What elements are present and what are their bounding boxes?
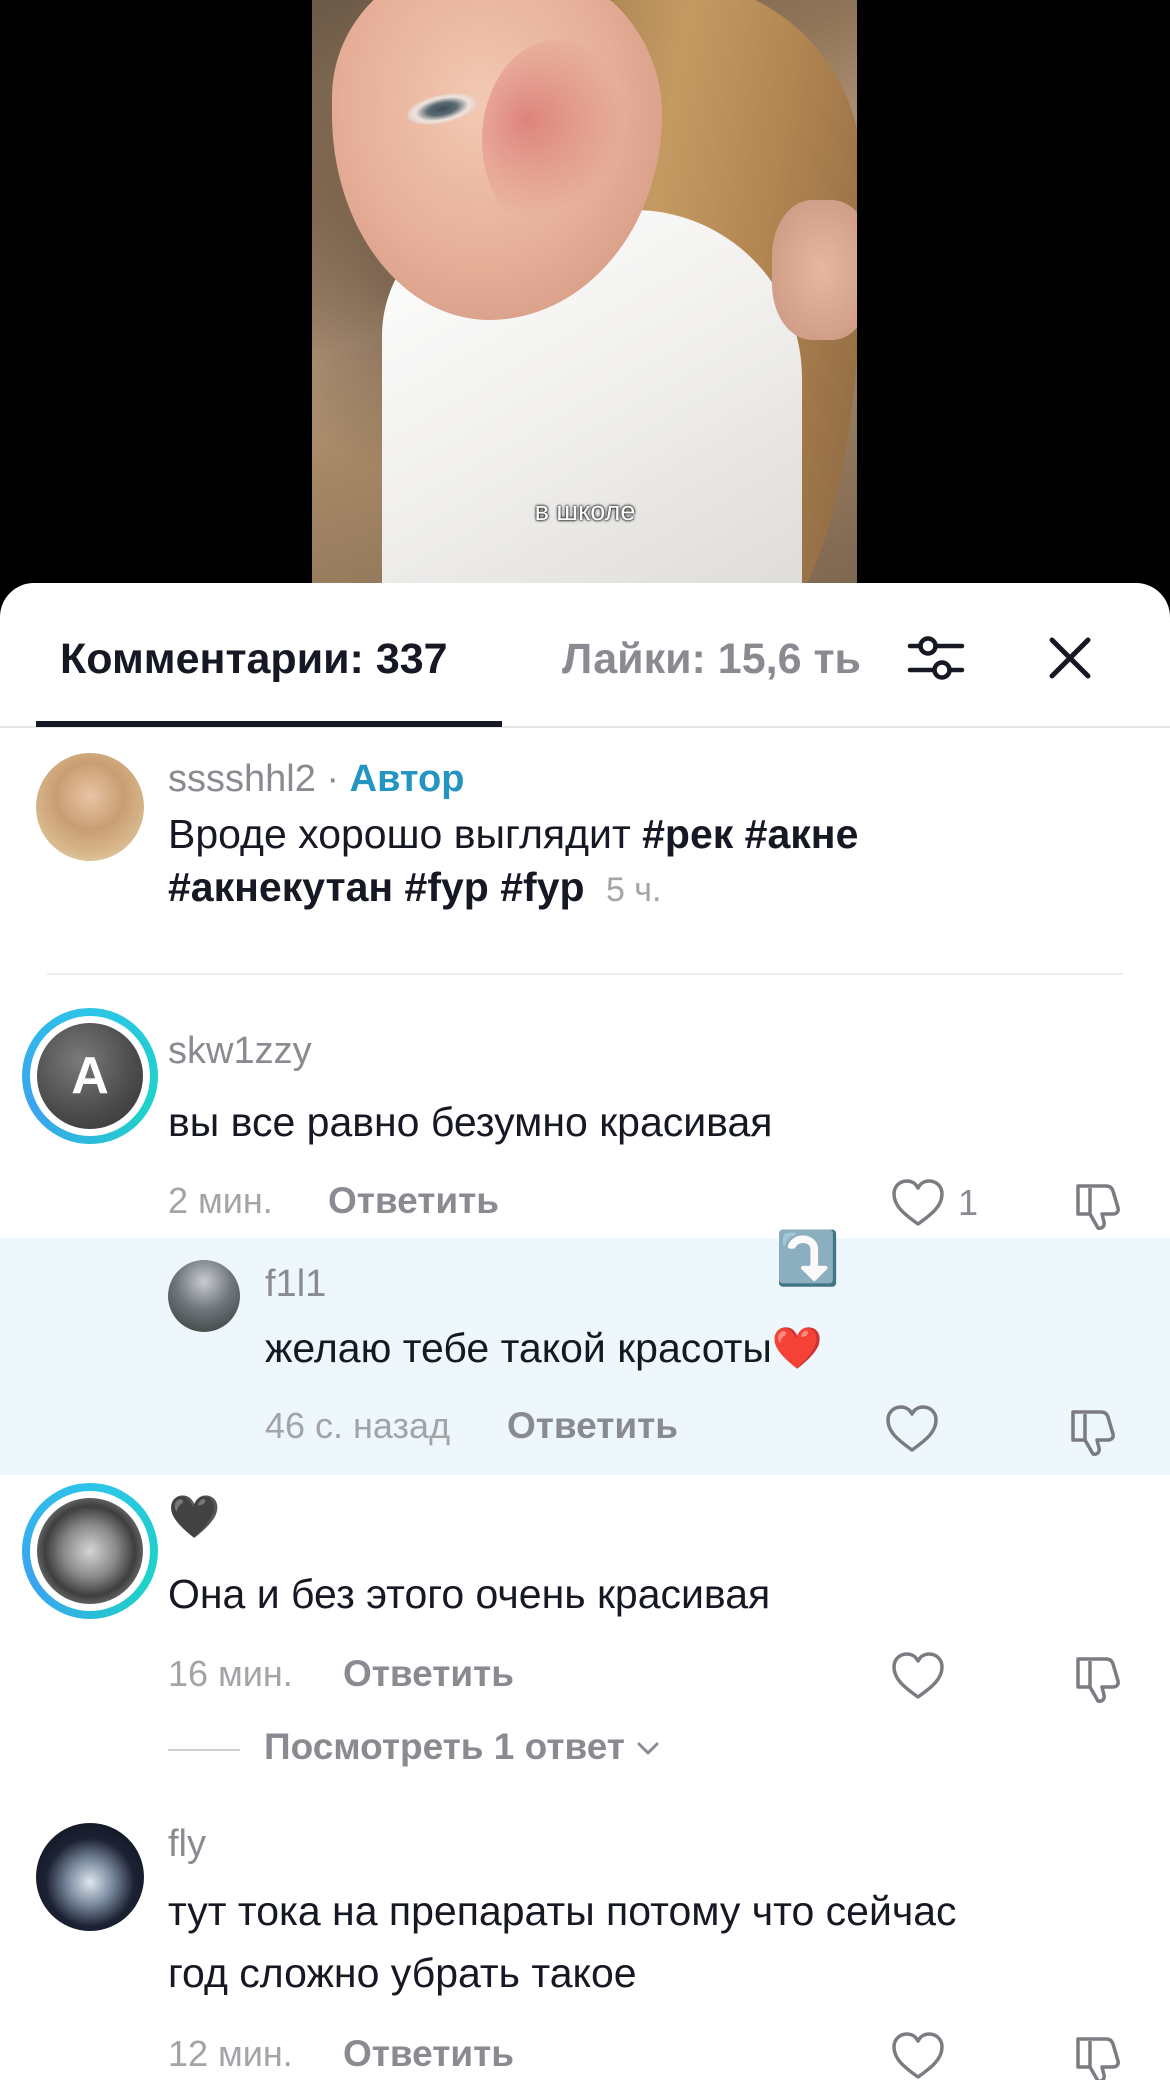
- heart-emoji: ❤️: [771, 1325, 823, 1371]
- tab-likes[interactable]: Лайки: 15,6 ть: [562, 635, 861, 684]
- comment-avatar[interactable]: A: [22, 1008, 158, 1144]
- active-tab-indicator: [36, 721, 502, 727]
- comment-avatar[interactable]: [36, 1823, 144, 1931]
- comment-username[interactable]: fly: [168, 1823, 206, 1866]
- reply-text: желаю тебе такой красоты: [265, 1325, 772, 1371]
- author-caption: sssshhl2 · Автор Вроде хорошо выглядит #…: [0, 738, 1170, 943]
- caption-hashtags-2[interactable]: #акнекутан #fyp #fyp: [168, 864, 585, 910]
- dislike-icon[interactable]: [1070, 1649, 1126, 1705]
- divider: [47, 973, 1123, 975]
- comment-text: вы все равно безумно красивая: [168, 1099, 773, 1145]
- tab-comments[interactable]: Комментарии: 337: [60, 635, 448, 684]
- comments-sheet: Комментарии: 337 Лайки: 15,6 ть sssshhl2…: [0, 583, 1170, 2080]
- comment-item: A skw1zzy вы все равно безумно красивая …: [0, 1008, 1170, 1238]
- comment-item: fly тут тока на препараты потому что сей…: [0, 1823, 1170, 2080]
- reply-button[interactable]: Ответить: [343, 1653, 514, 1695]
- tab-bar: Комментарии: 337 Лайки: 15,6 ть: [0, 583, 1170, 728]
- highlighted-reply: f1l1 ⤵️ желаю тебе такой красоты❤️ 46 с.…: [0, 1230, 1170, 1475]
- comment-avatar[interactable]: [22, 1483, 158, 1619]
- dislike-icon[interactable]: [1065, 1402, 1121, 1458]
- reply-button[interactable]: Ответить: [507, 1405, 678, 1447]
- comment-text-line-2: год сложно убрать такое: [168, 1950, 637, 1996]
- caption-hashtags-1[interactable]: #рек #акне: [642, 811, 858, 857]
- comment-text-line-1: тут тока на препараты потому что сейчас: [168, 1888, 957, 1934]
- sliders-icon[interactable]: [906, 628, 966, 688]
- dislike-icon[interactable]: [1070, 1176, 1126, 1232]
- username-separator: ·: [326, 758, 340, 800]
- caption-time: 5 ч.: [605, 871, 662, 909]
- view-replies-button[interactable]: Посмотреть 1 ответ: [264, 1726, 661, 1768]
- reply-button[interactable]: Ответить: [343, 2033, 514, 2075]
- comment-text: Она и без этого очень красивая: [168, 1571, 771, 1617]
- chevron-down-icon: [637, 1742, 659, 1755]
- video-player[interactable]: в школе: [0, 0, 1170, 600]
- comment-time: 16 мин.: [168, 1653, 293, 1694]
- author-caption-text: Вроде хорошо выглядит #рек #акне #акнеку…: [168, 811, 859, 910]
- comment-time: 12 мин.: [168, 2033, 293, 2074]
- heart-icon[interactable]: [890, 1176, 946, 1232]
- dislike-icon[interactable]: [1070, 2029, 1126, 2080]
- reply-avatar[interactable]: [168, 1260, 240, 1332]
- reply-button[interactable]: Ответить: [328, 1180, 499, 1222]
- replies-line: [168, 1749, 240, 1751]
- reply-arrow-emoji: ⤵️: [775, 1230, 840, 1288]
- video-caption: в школе: [534, 496, 636, 526]
- close-icon[interactable]: [1040, 628, 1100, 688]
- heart-icon[interactable]: [890, 1649, 946, 1705]
- author-avatar[interactable]: [36, 753, 144, 861]
- like-count: 1: [958, 1182, 979, 1223]
- author-badge: Автор: [349, 758, 465, 800]
- heart-icon[interactable]: [884, 1402, 940, 1458]
- avatar-letter: A: [71, 1047, 109, 1105]
- comment-time: 2 мин.: [168, 1180, 273, 1221]
- reply-time: 46 с. назад: [265, 1405, 451, 1446]
- author-username[interactable]: sssshhl2: [168, 758, 316, 800]
- comment-username[interactable]: skw1zzy: [168, 1030, 312, 1073]
- heart-icon[interactable]: [890, 2029, 946, 2080]
- reply-username[interactable]: f1l1: [265, 1263, 326, 1306]
- comment-username[interactable]: 🖤: [168, 1493, 220, 1542]
